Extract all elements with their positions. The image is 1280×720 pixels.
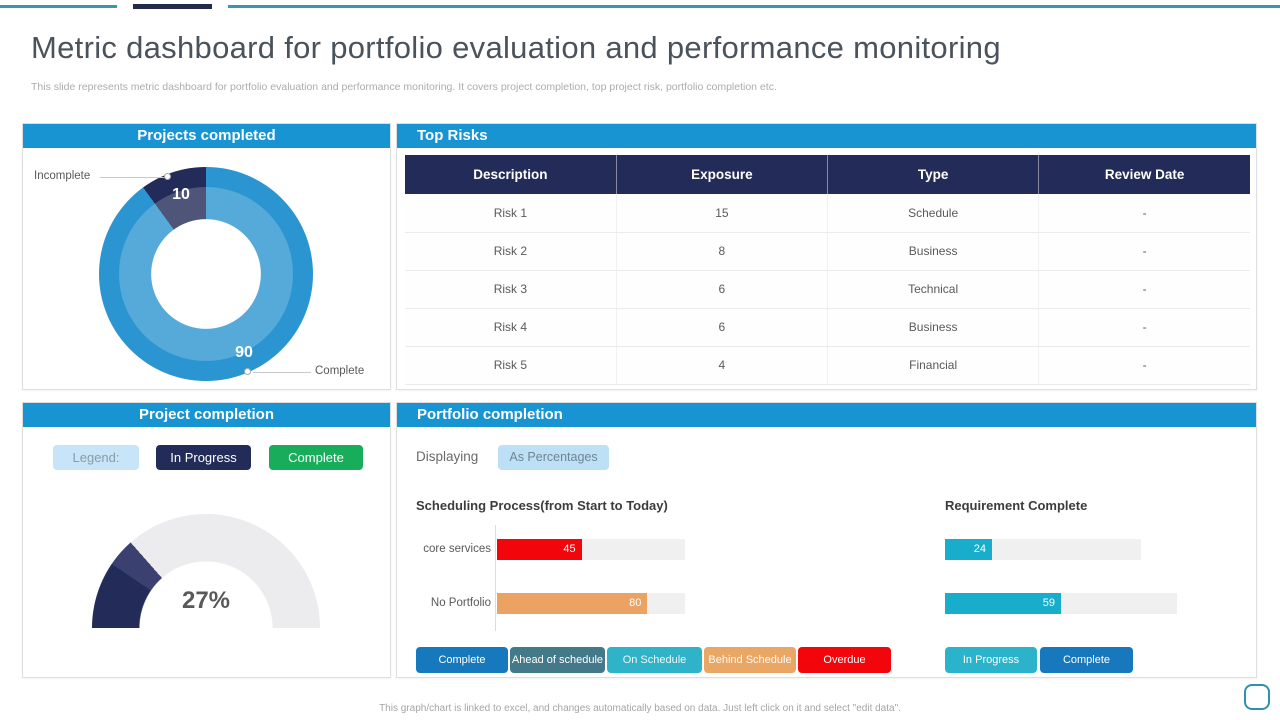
- projects-completed-donut-chart[interactable]: [99, 167, 313, 381]
- table-cell: 15: [616, 194, 827, 232]
- table-cell: Business: [828, 308, 1039, 346]
- bar-track: 59: [945, 593, 1177, 614]
- top-accent-gap: [117, 3, 133, 11]
- table-cell: 6: [616, 308, 827, 346]
- column-header-type: Type: [828, 155, 1039, 194]
- requirement-complete-heading: Requirement Complete: [945, 498, 1087, 513]
- table-cell: 8: [616, 232, 827, 270]
- table-cell: -: [1039, 232, 1250, 270]
- table-cell: Schedule: [828, 194, 1039, 232]
- table-cell: -: [1039, 346, 1250, 384]
- top-risks-panel: Top Risks DescriptionExposureTypeReview …: [396, 123, 1257, 390]
- donut-value-complete: 90: [219, 344, 269, 362]
- projects-completed-header: Projects completed: [23, 124, 390, 148]
- bar-requirement-2[interactable]: 59: [945, 593, 1061, 614]
- table-cell: Risk 4: [405, 308, 616, 346]
- callout-line: [100, 177, 164, 178]
- table-cell: Risk 2: [405, 232, 616, 270]
- legend-complete-chip[interactable]: Complete: [269, 445, 363, 470]
- portfolio-completion-header: Portfolio completion: [397, 403, 1256, 427]
- page-subtitle: This slide represents metric dashboard f…: [31, 81, 777, 93]
- legend-button-overdue[interactable]: Overdue: [798, 647, 891, 673]
- callout-marker: [244, 368, 251, 375]
- legend-button-complete-right[interactable]: Complete: [1040, 647, 1133, 673]
- table-cell: Risk 1: [405, 194, 616, 232]
- table-cell: 6: [616, 270, 827, 308]
- bar-axis-line: [495, 525, 496, 631]
- bar-track: 80: [497, 593, 685, 614]
- footer-note: This graph/chart is linked to excel, and…: [0, 703, 1280, 714]
- projects-completed-panel: Projects completed 10 90 Incomplete Comp…: [22, 123, 391, 390]
- top-risks-header: Top Risks: [397, 124, 1256, 148]
- top-accent-gap: [212, 3, 228, 11]
- table-cell: -: [1039, 194, 1250, 232]
- table-cell: 4: [616, 346, 827, 384]
- column-header-exposure: Exposure: [616, 155, 827, 194]
- bar-track: 24: [945, 539, 1141, 560]
- gauge-percent-label: 27%: [156, 587, 256, 615]
- bar-track: 45: [497, 539, 685, 560]
- table-row: Risk 46Business-: [405, 308, 1250, 346]
- donut-label-complete: Complete: [315, 365, 364, 377]
- column-header-review-date: Review Date: [1039, 155, 1250, 194]
- table-cell: Risk 5: [405, 346, 616, 384]
- callout-line: [253, 372, 311, 373]
- project-completion-panel: Project completion Legend: In Progress C…: [22, 402, 391, 678]
- column-header-description: Description: [405, 155, 616, 194]
- top-risks-table: DescriptionExposureTypeReview Date Risk …: [405, 155, 1250, 385]
- donut-label-incomplete: Incomplete: [34, 170, 90, 182]
- corner-decoration-square: [1244, 684, 1270, 710]
- table-cell: Business: [828, 232, 1039, 270]
- slide: Metric dashboard for portfolio evaluatio…: [0, 0, 1280, 720]
- table-row: Risk 36Technical-: [405, 270, 1250, 308]
- callout-marker: [164, 173, 171, 180]
- top-accent-navy-segment: [133, 4, 212, 9]
- table-cell: Risk 3: [405, 270, 616, 308]
- bar-core-services[interactable]: 45: [497, 539, 582, 560]
- donut-value-incomplete: 10: [156, 186, 206, 204]
- legend-button-behind-schedule[interactable]: Behind Schedule: [704, 647, 796, 673]
- legend-in-progress-chip[interactable]: In Progress: [156, 445, 251, 470]
- legend-button-ahead-of-schedule[interactable]: Ahead of schedule: [510, 647, 605, 673]
- scheduling-process-heading: Scheduling Process(from Start to Today): [416, 498, 668, 513]
- table-row: Risk 115Schedule-: [405, 194, 1250, 232]
- table-cell: -: [1039, 308, 1250, 346]
- bar-label-core-services: core services: [403, 543, 491, 555]
- as-percentages-chip[interactable]: As Percentages: [498, 445, 609, 470]
- bar-requirement-1[interactable]: 24: [945, 539, 992, 560]
- table-cell: Technical: [828, 270, 1039, 308]
- bar-no-portfolio[interactable]: 80: [497, 593, 647, 614]
- table-row: Risk 54Financial-: [405, 346, 1250, 384]
- legend-label-chip: Legend:: [53, 445, 139, 470]
- displaying-label: Displaying: [416, 449, 478, 464]
- legend-button-complete[interactable]: Complete: [416, 647, 508, 673]
- page-title: Metric dashboard for portfolio evaluatio…: [31, 30, 1001, 66]
- table-cell: -: [1039, 270, 1250, 308]
- bar-label-no-portfolio: No Portfolio: [403, 597, 491, 609]
- portfolio-completion-panel: Portfolio completion Displaying As Perce…: [396, 402, 1257, 678]
- legend-button-in-progress[interactable]: In Progress: [945, 647, 1037, 673]
- table-row: Risk 28Business-: [405, 232, 1250, 270]
- legend-button-on-schedule[interactable]: On Schedule: [607, 647, 702, 673]
- project-completion-header: Project completion: [23, 403, 390, 427]
- table-header-row: DescriptionExposureTypeReview Date: [405, 155, 1250, 194]
- table-cell: Financial: [828, 346, 1039, 384]
